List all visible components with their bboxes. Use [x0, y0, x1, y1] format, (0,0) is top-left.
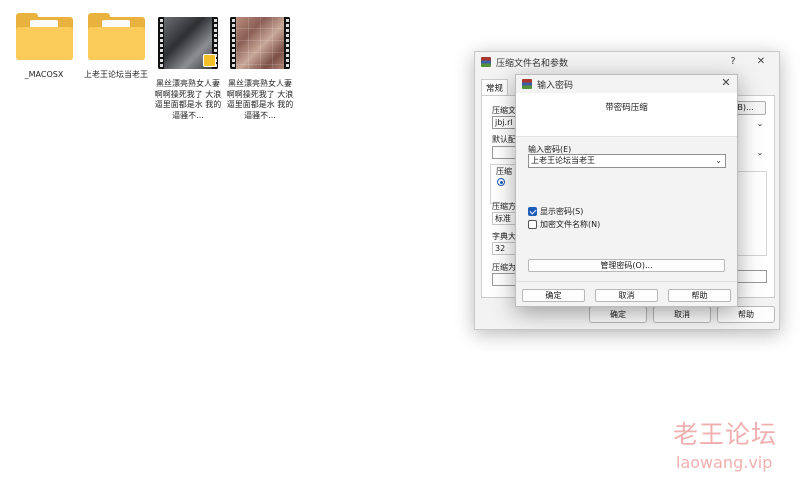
tab-bar: 常规: [481, 79, 509, 96]
help-button[interactable]: 帮助: [668, 289, 731, 302]
show-password-checkbox[interactable]: [528, 207, 537, 216]
close-icon[interactable]: ✕: [719, 76, 733, 89]
chevron-down-icon[interactable]: ⌄: [754, 117, 766, 130]
encrypt-names-label: 加密文件名称(N): [540, 220, 601, 229]
encrypt-names-checkbox[interactable]: [528, 220, 537, 229]
dictionary-label: 字典大: [492, 232, 516, 241]
folder-item-macosx[interactable]: _MACOSX: [9, 13, 79, 81]
split-label: 压缩为: [492, 263, 516, 272]
winrar-icon: [522, 79, 532, 89]
password-dialog: 输入密码 ✕ 带密码压缩 输入密码(E) 上老王论坛当老王 ⌄ 显示密码(S) …: [515, 74, 738, 307]
file-caption: 黑丝漂亮熟女人妻 啊啊操死我了 大浪逼里面都是水 我的逼骚不...: [154, 79, 222, 120]
password-header: 带密码压缩: [516, 93, 737, 137]
player-badge-icon: [203, 54, 216, 67]
file-caption: 上老王论坛当老王: [84, 70, 148, 79]
help-button[interactable]: 帮助: [717, 306, 775, 323]
folder-icon: [15, 13, 73, 60]
help-title-button[interactable]: ?: [723, 54, 743, 70]
default-profile-label: 默认配: [492, 135, 516, 144]
file-caption: 黑丝漂亮熟女人妻 啊啊操死我了 大浪逼里面都是水 我的逼骚不...: [226, 79, 294, 120]
manage-passwords-button[interactable]: 管理密码(O)...: [528, 259, 725, 272]
cancel-button[interactable]: 取消: [653, 306, 711, 323]
password-input[interactable]: 上老王论坛当老王 ⌄: [528, 154, 726, 168]
watermark-title: 老王论坛: [673, 420, 778, 449]
chevron-down-icon[interactable]: ⌄: [754, 146, 766, 159]
split-unit-select[interactable]: [737, 270, 767, 283]
dialog-title: 压缩文件名和参数: [496, 58, 569, 69]
chevron-down-icon[interactable]: ⌄: [715, 155, 722, 167]
video-file-item-1[interactable]: 黑丝漂亮熟女人妻 啊啊操死我了 大浪逼里面都是水 我的逼骚不...: [153, 17, 223, 121]
password-value: 上老王论坛当老王: [531, 156, 595, 165]
folder-icon: [87, 13, 145, 60]
archive-name-label: 压缩文: [492, 106, 516, 115]
encrypt-names-option[interactable]: 加密文件名称(N): [528, 219, 600, 230]
method-label: 压缩方: [492, 202, 516, 211]
ok-button[interactable]: 确定: [589, 306, 647, 323]
file-caption: _MACOSX: [24, 70, 64, 79]
video-file-item-2[interactable]: 黑丝漂亮熟女人妻 啊啊操死我了 大浪逼里面都是水 我的逼骚不...: [225, 17, 295, 121]
watermark-url: laowang.vip: [676, 453, 773, 472]
cancel-button[interactable]: 取消: [595, 289, 658, 302]
password-dialog-titlebar: 输入密码: [516, 75, 737, 93]
show-password-label: 显示密码(S): [540, 207, 584, 216]
video-thumbnail-icon: [158, 17, 218, 69]
tab-general[interactable]: 常规: [481, 79, 509, 96]
close-icon[interactable]: ✕: [751, 54, 771, 70]
ok-button[interactable]: 确定: [522, 289, 585, 302]
video-thumbnail-icon: [230, 17, 290, 69]
format-radio[interactable]: [497, 178, 505, 186]
winrar-icon: [481, 57, 491, 67]
folder-item-laowang[interactable]: 上老王论坛当老王: [81, 13, 151, 81]
show-password-option[interactable]: 显示密码(S): [528, 206, 583, 217]
archive-format-label: 压缩: [496, 167, 512, 176]
divider: [516, 281, 737, 282]
password-dialog-title: 输入密码: [537, 80, 574, 91]
